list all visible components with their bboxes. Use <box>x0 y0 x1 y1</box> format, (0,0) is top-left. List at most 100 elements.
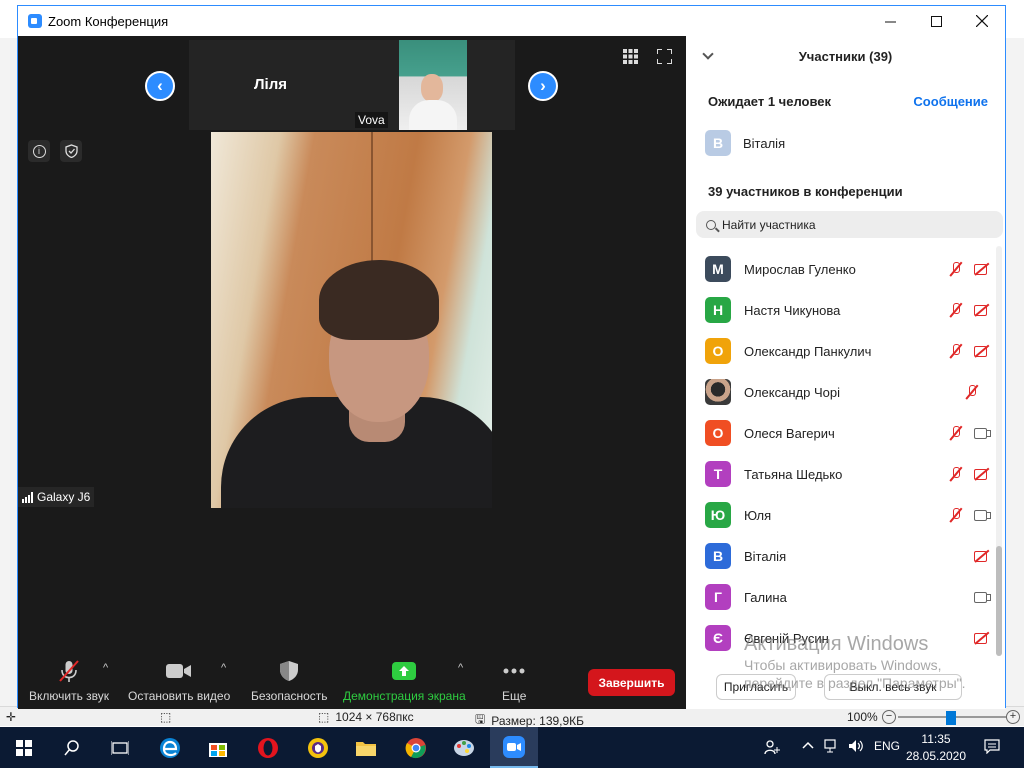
participant-row[interactable]: Н Настя Чикунова <box>705 295 990 325</box>
minimize-button[interactable] <box>867 6 913 36</box>
taskbar-chrome-button[interactable] <box>392 727 440 768</box>
taskbar-clock[interactable]: 11:35 28.05.2020 <box>900 731 972 765</box>
participant-row[interactable]: Є Євгеній Русин <box>705 623 990 653</box>
store-icon <box>209 742 227 757</box>
participant-row[interactable]: О Олеся Вагерич <box>705 418 991 448</box>
network-icon[interactable] <box>824 739 840 756</box>
stop-video-button[interactable]: Остановить видео <box>128 659 230 703</box>
video-on-icon[interactable] <box>974 425 991 441</box>
scrollbar-thumb[interactable] <box>996 546 1002 656</box>
video-off-icon[interactable] <box>974 548 990 564</box>
participant-status-icons <box>948 548 990 564</box>
participant-status-icons <box>948 507 991 523</box>
avatar: В <box>705 543 731 569</box>
close-button[interactable] <box>959 6 1005 36</box>
end-meeting-button[interactable]: Завершить <box>588 669 675 696</box>
more-button[interactable]: Еще <box>502 659 526 703</box>
participant-row[interactable]: Т Татьяна Шедько <box>705 459 990 489</box>
gallery-view-button[interactable] <box>623 49 638 69</box>
participant-name: Віталія <box>744 548 787 564</box>
opera-icon <box>258 737 278 758</box>
video-on-icon[interactable] <box>974 507 991 523</box>
video-off-icon[interactable] <box>974 343 990 359</box>
zoom-out-button[interactable]: − <box>882 710 896 724</box>
participant-row[interactable]: В Віталія <box>705 541 990 571</box>
taskbar-zoom-button[interactable] <box>490 727 538 768</box>
mute-all-button[interactable]: Выкл. весь звук <box>824 674 962 700</box>
encryption-button[interactable] <box>60 140 82 162</box>
video-on-icon[interactable] <box>974 589 991 605</box>
participant-list-scrollbar[interactable] <box>996 246 1002 656</box>
participant-name: Євгеній Русин <box>744 630 829 646</box>
people-icon[interactable] <box>764 739 780 758</box>
zoom-slider-thumb[interactable] <box>946 711 956 725</box>
video-off-icon[interactable] <box>974 466 990 482</box>
mic-muted-icon[interactable] <box>964 384 980 400</box>
waiting-participant[interactable]: В Віталія <box>705 130 785 156</box>
audio-options-caret[interactable]: ^ <box>103 662 108 674</box>
taskbar-opera-button[interactable] <box>244 727 292 768</box>
volume-icon[interactable] <box>848 739 864 756</box>
video-off-icon[interactable] <box>974 261 990 277</box>
prev-page-button[interactable]: ‹ <box>145 71 175 101</box>
participant-row[interactable]: Г Галина <box>705 582 991 612</box>
invite-button[interactable]: Пригласить <box>716 674 796 700</box>
search-icon <box>706 219 716 230</box>
grid-icon <box>623 49 638 64</box>
share-screen-button[interactable]: Демонстрация экрана <box>343 659 466 703</box>
fullscreen-button[interactable] <box>656 48 673 69</box>
mic-muted-icon[interactable] <box>948 302 964 318</box>
taskbar-edge-button[interactable] <box>146 727 194 768</box>
minimize-icon <box>884 21 896 22</box>
participant-row[interactable]: М Мирослав Гуленко <box>705 254 990 284</box>
task-view-button[interactable] <box>96 727 144 768</box>
mic-muted-icon[interactable] <box>948 425 964 441</box>
notifications-button[interactable] <box>984 739 1000 757</box>
zoom-in-button[interactable]: + <box>1006 710 1020 724</box>
video-area: ‹ › Ліля Vova i Galaxy J6 Включить звук … <box>18 36 686 709</box>
zoom-app-icon <box>503 735 525 758</box>
paint-palette-icon <box>454 739 474 756</box>
maximize-button[interactable] <box>913 6 959 36</box>
taskbar-paint-button[interactable] <box>440 727 488 768</box>
participant-row[interactable]: О Олександр Панкулич <box>705 336 990 366</box>
maximize-icon <box>930 15 942 27</box>
participant-name: Мирослав Гуленко <box>744 261 856 277</box>
meeting-info-button[interactable]: i <box>28 140 50 162</box>
video-off-icon[interactable] <box>974 302 990 318</box>
taskbar-yandex-button[interactable] <box>294 727 342 768</box>
meeting-toolbar: Включить звук ^ Остановить видео ^ Безоп… <box>18 651 686 709</box>
chevron-down-icon[interactable] <box>702 48 714 60</box>
taskbar-search-button[interactable] <box>48 727 96 768</box>
next-page-button[interactable]: › <box>528 71 558 101</box>
participant-row[interactable]: Олександр Чорі <box>705 377 990 407</box>
chrome-icon <box>405 737 426 758</box>
unmute-button[interactable]: Включить звук <box>29 659 109 703</box>
participant-status-icons <box>948 261 990 277</box>
close-icon <box>976 15 988 27</box>
thumb-participant-name: Vova <box>355 112 388 128</box>
mic-muted-icon[interactable] <box>948 466 964 482</box>
mic-muted-icon[interactable] <box>948 343 964 359</box>
participant-search-input[interactable]: Найти участника <box>696 211 1003 238</box>
participant-name: Олександр Панкулич <box>744 343 872 359</box>
share-options-caret[interactable]: ^ <box>458 662 463 674</box>
mic-muted-icon[interactable] <box>948 261 964 277</box>
video-options-caret[interactable]: ^ <box>221 662 226 674</box>
avatar: Ю <box>705 502 731 528</box>
paint-status-bar: ✛ ⬚ ⬚ 1024 × 768пкс 🖫 Размер: 139,9КБ 10… <box>0 706 1024 728</box>
security-button[interactable]: Безопасность <box>251 659 328 703</box>
selection-icon: ⬚ <box>160 710 172 724</box>
thumb-person-head <box>421 74 443 102</box>
language-indicator[interactable]: ENG <box>874 739 900 753</box>
participant-video-thumb[interactable] <box>399 40 467 130</box>
video-off-icon[interactable] <box>974 630 990 646</box>
start-button[interactable] <box>0 727 48 768</box>
tray-chevron-up-icon[interactable] <box>802 739 814 754</box>
avatar: Є <box>705 625 731 651</box>
taskbar-store-button[interactable] <box>194 727 242 768</box>
participant-row[interactable]: Ю Юля <box>705 500 991 530</box>
taskbar-explorer-button[interactable] <box>342 727 390 768</box>
message-waiting-link[interactable]: Сообщение <box>913 94 988 109</box>
mic-muted-icon[interactable] <box>948 507 964 523</box>
